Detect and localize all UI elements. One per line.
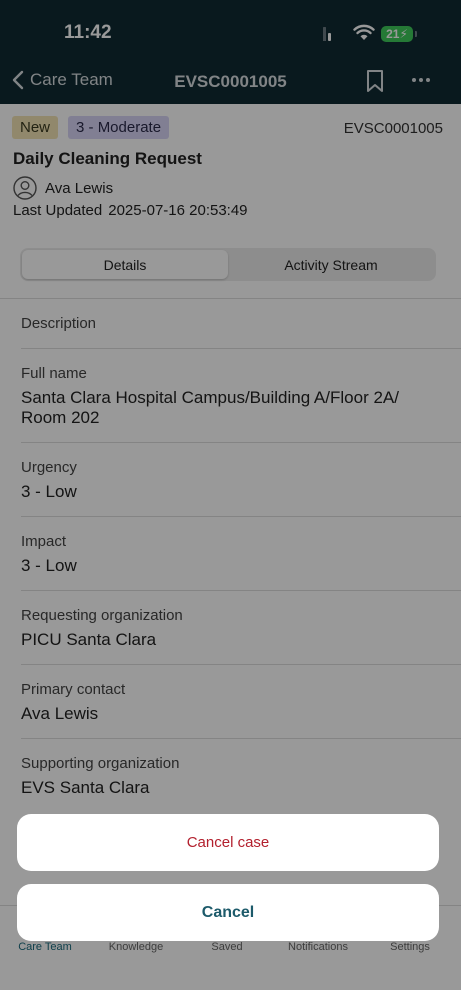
cancel-case-button[interactable]: Cancel case <box>17 814 439 871</box>
cancel-button[interactable]: Cancel <box>17 884 439 941</box>
